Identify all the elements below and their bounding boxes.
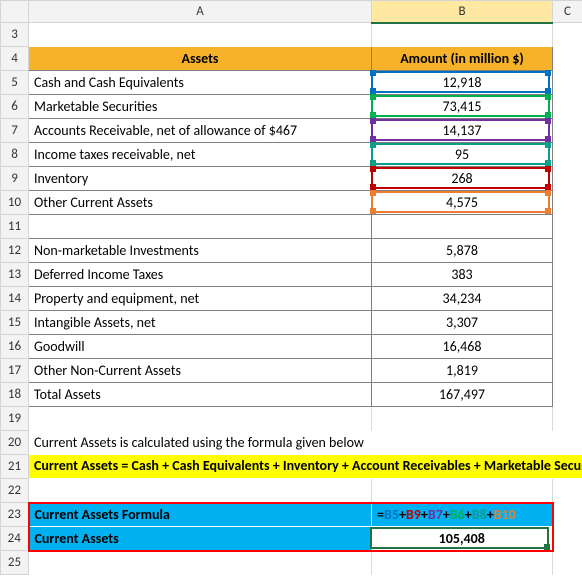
row-header[interactable]: 13 — [1, 263, 29, 287]
row-header[interactable]: 22 — [1, 479, 29, 503]
formula-token: B10 — [494, 506, 516, 523]
formula-token: B8 — [472, 506, 487, 523]
col-header-A[interactable]: A — [29, 1, 372, 23]
asset-label[interactable]: Accounts Receivable, net of allowance of… — [29, 119, 372, 143]
formula-note[interactable]: Current Assets = Cash + Cash Equivalents… — [29, 455, 582, 479]
row-header[interactable]: 23 — [1, 503, 29, 527]
formula-token: + — [443, 506, 450, 523]
value-label[interactable]: Current Assets — [29, 527, 372, 551]
header-amount[interactable]: Amount (in million $) — [372, 47, 553, 71]
cell-B3[interactable] — [372, 23, 553, 47]
cell-empty[interactable] — [372, 215, 553, 239]
asset-label[interactable]: Income taxes receivable, net — [29, 143, 372, 167]
row-header[interactable]: 5 — [1, 71, 29, 95]
row-header[interactable]: 21 — [1, 455, 29, 479]
grid-table: A B C 3 4 Assets Amount (in million $) 5… — [0, 0, 582, 575]
asset-label[interactable]: Intangible Assets, net — [29, 311, 372, 335]
asset-value[interactable]: 167,497 — [372, 383, 553, 407]
row-header[interactable]: 14 — [1, 287, 29, 311]
row-header[interactable]: 16 — [1, 335, 29, 359]
spreadsheet[interactable]: A B C 3 4 Assets Amount (in million $) 5… — [0, 0, 582, 585]
formula-token: B6 — [450, 506, 465, 523]
row-header[interactable]: 17 — [1, 359, 29, 383]
asset-value[interactable]: 3,307 — [372, 311, 553, 335]
asset-label[interactable]: Deferred Income Taxes — [29, 263, 372, 287]
header-assets[interactable]: Assets — [29, 47, 372, 71]
asset-label[interactable]: Total Assets — [29, 383, 372, 407]
formula-token: B7 — [428, 506, 443, 523]
asset-value[interactable]: 16,468 — [372, 335, 553, 359]
row-header[interactable]: 10 — [1, 191, 29, 215]
asset-label[interactable]: Property and equipment, net — [29, 287, 372, 311]
formula-label[interactable]: Current Assets Formula — [29, 503, 372, 527]
asset-label[interactable]: Non-marketable Investments — [29, 239, 372, 263]
formula-token: + — [465, 506, 472, 523]
row-header[interactable]: 25 — [1, 551, 29, 575]
formula-cell[interactable]: =B5+B9+B7+B6+B8+B10 — [372, 503, 553, 527]
formula-token: B5 — [384, 506, 399, 523]
row-header[interactable]: 18 — [1, 383, 29, 407]
asset-label[interactable]: Cash and Cash Equivalents — [29, 71, 372, 95]
asset-label[interactable]: Inventory — [29, 167, 372, 191]
row-header[interactable]: 8 — [1, 143, 29, 167]
column-header-row: A B C — [1, 1, 582, 23]
formula-token: + — [399, 506, 406, 523]
row-header[interactable]: 4 — [1, 47, 29, 71]
asset-value[interactable]: 383 — [372, 263, 553, 287]
row-header[interactable]: 3 — [1, 23, 29, 47]
row-header[interactable]: 20 — [1, 431, 29, 455]
asset-value[interactable]: 34,234 — [372, 287, 553, 311]
asset-value[interactable]: 95 — [372, 143, 553, 167]
asset-label[interactable]: Goodwill — [29, 335, 372, 359]
asset-value[interactable]: 14,137 — [372, 119, 553, 143]
row-header[interactable]: 11 — [1, 215, 29, 239]
row-header[interactable]: 12 — [1, 239, 29, 263]
row-header[interactable]: 7 — [1, 119, 29, 143]
asset-label[interactable]: Other Non-Current Assets — [29, 359, 372, 383]
cell-empty[interactable] — [29, 215, 372, 239]
col-header-C[interactable]: C — [553, 1, 582, 23]
cell-A3[interactable] — [29, 23, 372, 47]
asset-value[interactable]: 268 — [372, 167, 553, 191]
select-all-corner[interactable] — [1, 1, 29, 23]
row-header[interactable]: 24 — [1, 527, 29, 551]
asset-value[interactable]: 5,878 — [372, 239, 553, 263]
formula-token: = — [377, 506, 384, 523]
note-text[interactable]: Current Assets is calculated using the f… — [29, 431, 582, 455]
asset-value[interactable]: 73,415 — [372, 95, 553, 119]
asset-label[interactable]: Marketable Securities — [29, 95, 372, 119]
row-header[interactable]: 6 — [1, 95, 29, 119]
value-cell[interactable]: 105,408 — [372, 527, 553, 551]
row-header[interactable]: 9 — [1, 167, 29, 191]
cell-C3[interactable] — [553, 23, 582, 47]
formula-token: + — [421, 506, 428, 523]
asset-label[interactable]: Other Current Assets — [29, 191, 372, 215]
asset-value[interactable]: 1,819 — [372, 359, 553, 383]
row-header[interactable]: 15 — [1, 311, 29, 335]
row-header[interactable]: 19 — [1, 407, 29, 431]
formula-token: B9 — [406, 506, 421, 523]
formula-token: + — [487, 506, 494, 523]
col-header-B[interactable]: B — [372, 1, 553, 23]
asset-value[interactable]: 4,575 — [372, 191, 553, 215]
asset-value[interactable]: 12,918 — [372, 71, 553, 95]
